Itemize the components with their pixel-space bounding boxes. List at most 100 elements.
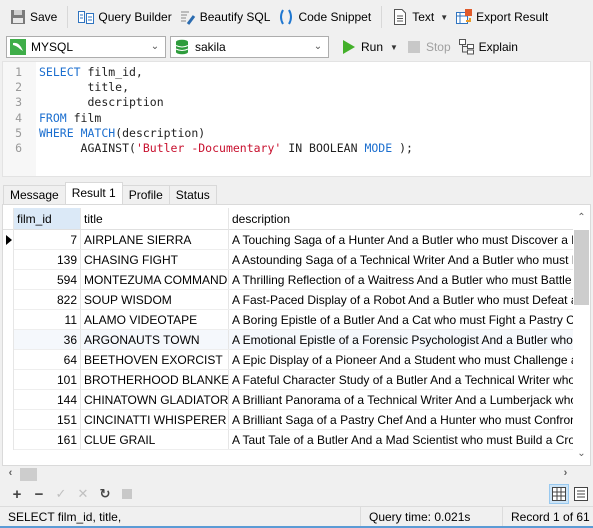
column-header-description[interactable]: description <box>229 208 575 230</box>
cell-title[interactable]: BEETHOVEN EXORCIST <box>81 350 229 369</box>
cell-title[interactable]: CLUE GRAIL <box>81 430 229 449</box>
query-builder-button[interactable]: Query Builder <box>74 5 175 29</box>
cell-title[interactable]: ARGONAUTS TOWN <box>81 330 229 349</box>
row-indicator[interactable] <box>3 270 14 290</box>
cell-description[interactable]: A Touching Saga of a Hunter And a Butler… <box>229 230 575 249</box>
caret-down-icon[interactable]: ▼ <box>390 43 398 52</box>
cell-title[interactable]: ALAMO VIDEOTAPE <box>81 310 229 329</box>
connection-select[interactable]: MYSQL ⌄ <box>6 36 166 58</box>
keyword: WHERE <box>39 125 74 140</box>
cell-film-id[interactable]: 822 <box>14 290 81 309</box>
scroll-right-icon[interactable]: › <box>557 467 574 479</box>
vertical-scrollbar[interactable]: ⌃ ⌄ <box>573 205 590 465</box>
stop-icon[interactable] <box>116 484 138 504</box>
table-row[interactable]: 36 ARGONAUTS TOWN A Emotional Epistle of a… <box>3 330 575 350</box>
tab-profile[interactable]: Profile <box>121 185 170 204</box>
row-indicator[interactable] <box>3 250 14 270</box>
cell-film-id[interactable]: 11 <box>14 310 81 329</box>
beautify-sql-button[interactable]: Beautify SQL <box>176 5 275 29</box>
run-button[interactable]: Run ▼ <box>337 35 402 59</box>
cell-description[interactable]: A Fast-Paced Display of a Robot And a Bu… <box>229 290 575 309</box>
discard-changes-icon[interactable]: ✕ <box>72 484 94 504</box>
cell-film-id[interactable]: 101 <box>14 370 81 389</box>
cell-description[interactable]: A Emotional Epistle of a Forensic Psycho… <box>229 330 575 349</box>
table-row[interactable]: 594 MONTEZUMA COMMAND A Thrilling Reflecti… <box>3 270 575 290</box>
row-indicator[interactable] <box>3 330 14 350</box>
cell-title[interactable]: CHASING FIGHT <box>81 250 229 269</box>
scroll-up-icon[interactable]: ⌃ <box>573 212 590 223</box>
table-row[interactable]: 151 CINCINATTI WHISPERER A Brilliant Saga … <box>3 410 575 430</box>
save-button[interactable]: Save <box>6 5 61 29</box>
connection-toolbar: MYSQL ⌄ sakila ⌄ Run ▼ Stop Explain <box>0 34 593 60</box>
cell-film-id[interactable]: 161 <box>14 430 81 449</box>
table-row[interactable]: 161 CLUE GRAIL A Taut Tale of a Butler And… <box>3 430 575 450</box>
scroll-down-icon[interactable]: ⌄ <box>573 448 590 459</box>
cell-film-id[interactable]: 7 <box>14 230 81 249</box>
row-indicator[interactable] <box>3 310 14 330</box>
grid-view-button[interactable] <box>549 484 569 504</box>
cell-description[interactable]: A Epic Display of a Pioneer And a Studen… <box>229 350 575 369</box>
row-indicator[interactable] <box>3 390 14 410</box>
cell-film-id[interactable]: 594 <box>14 270 81 289</box>
code-line: 1 SELECT film_id, <box>3 65 413 80</box>
row-indicator[interactable] <box>3 290 14 310</box>
cell-description[interactable]: A Astounding Saga of a Technical Writer … <box>229 250 575 269</box>
tab-result-1[interactable]: Result 1 <box>64 182 123 204</box>
code-text: IN BOOLEAN <box>281 141 365 156</box>
sql-editor[interactable]: 1 SELECT film_id, 2 title, 3 description … <box>2 61 591 177</box>
row-indicator[interactable] <box>3 370 14 390</box>
delete-record-icon[interactable]: − <box>28 484 50 504</box>
add-record-icon[interactable]: + <box>6 484 28 504</box>
column-header-film-id[interactable]: film_id <box>14 208 81 230</box>
table-row[interactable]: 822 SOUP WISDOM A Fast-Paced Display of a … <box>3 290 575 310</box>
view-mode-buttons <box>547 484 591 504</box>
row-indicator[interactable] <box>3 410 14 430</box>
explain-button[interactable]: Explain <box>455 35 522 59</box>
status-bar: SELECT film_id, title, Query time: 0.021… <box>0 506 593 528</box>
cell-description[interactable]: A Thrilling Reflection of a Waitress And… <box>229 270 575 289</box>
save-icon <box>10 9 26 25</box>
caret-down-icon[interactable]: ▼ <box>440 13 448 22</box>
cell-description[interactable]: A Fateful Character Study of a Butler An… <box>229 370 575 389</box>
export-result-button[interactable]: Export Result <box>452 5 552 29</box>
form-view-button[interactable] <box>571 484 591 504</box>
text-output-button[interactable]: Text ▼ <box>388 5 452 29</box>
horizontal-scrollbar[interactable]: ‹ › <box>2 466 591 483</box>
cell-film-id[interactable]: 139 <box>14 250 81 269</box>
cell-description[interactable]: A Brilliant Panorama of a Technical Writ… <box>229 390 575 409</box>
cell-title[interactable]: CHINATOWN GLADIATOR <box>81 390 229 409</box>
table-row[interactable]: 139 CHASING FIGHT A Astounding Saga of a T… <box>3 250 575 270</box>
table-row[interactable]: 64 BEETHOVEN EXORCIST A Epic Display of a … <box>3 350 575 370</box>
cell-description[interactable]: A Brilliant Saga of a Pastry Chef And a … <box>229 410 575 429</box>
scroll-left-icon[interactable]: ‹ <box>2 467 19 479</box>
cell-film-id[interactable]: 151 <box>14 410 81 429</box>
code-snippet-button[interactable]: Code Snippet <box>274 5 375 29</box>
vertical-scroll-thumb[interactable] <box>574 230 589 305</box>
row-indicator[interactable] <box>3 350 14 370</box>
refresh-icon[interactable]: ↻ <box>94 484 116 504</box>
cell-film-id[interactable]: 144 <box>14 390 81 409</box>
cell-film-id[interactable]: 64 <box>14 350 81 369</box>
cell-title[interactable]: MONTEZUMA COMMAND <box>81 270 229 289</box>
table-row[interactable]: 7 AIRPLANE SIERRA A Touching Saga of a Hun… <box>3 230 575 250</box>
tab-message[interactable]: Message <box>3 185 66 204</box>
table-row[interactable]: 144 CHINATOWN GLADIATOR A Brilliant Panora… <box>3 390 575 410</box>
horizontal-scroll-thumb[interactable] <box>20 468 37 481</box>
cell-title[interactable]: BROTHERHOOD BLANKET <box>81 370 229 389</box>
table-row[interactable]: 11 ALAMO VIDEOTAPE A Boring Epistle of a B… <box>3 310 575 330</box>
stop-button[interactable]: Stop <box>402 35 455 59</box>
tab-status[interactable]: Status <box>168 185 217 204</box>
cell-description[interactable]: A Taut Tale of a Butler And a Mad Scient… <box>229 430 575 449</box>
database-select[interactable]: sakila ⌄ <box>170 36 329 58</box>
cell-title[interactable]: SOUP WISDOM <box>81 290 229 309</box>
apply-changes-icon[interactable]: ✓ <box>50 484 72 504</box>
current-row-indicator[interactable] <box>3 230 14 250</box>
table-row[interactable]: 101 BROTHERHOOD BLANKET A Fateful Characte… <box>3 370 575 390</box>
cell-description[interactable]: A Boring Epistle of a Butler And a Cat w… <box>229 310 575 329</box>
cell-title[interactable]: AIRPLANE SIERRA <box>81 230 229 249</box>
column-header-title[interactable]: title <box>81 208 229 230</box>
cell-film-id[interactable]: 36 <box>14 330 81 349</box>
cell-title[interactable]: CINCINATTI WHISPERER <box>81 410 229 429</box>
row-indicator[interactable] <box>3 430 14 450</box>
